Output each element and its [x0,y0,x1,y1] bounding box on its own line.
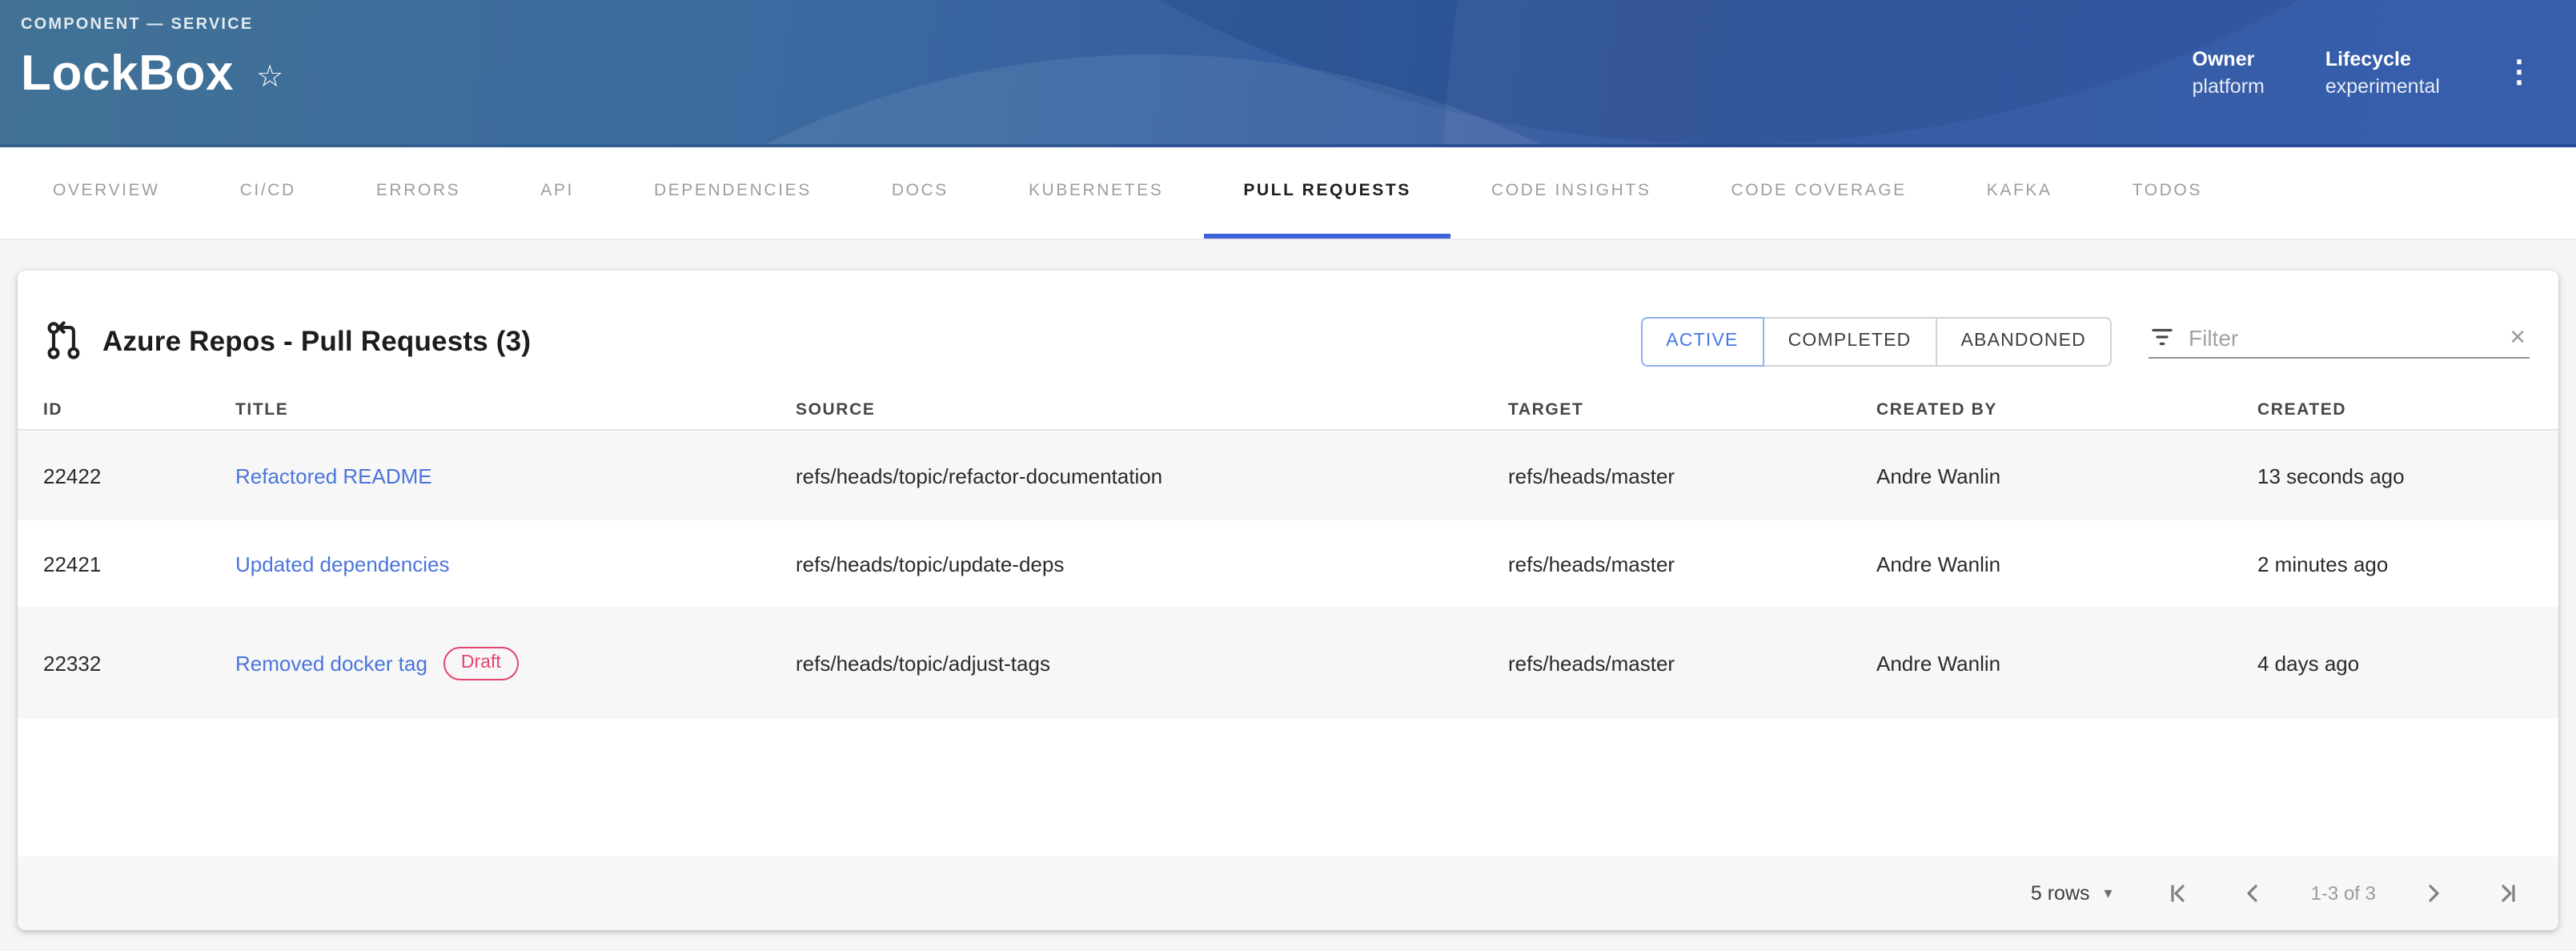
column-header-created-by[interactable]: CREATED BY [1876,399,2257,419]
pull-request-link[interactable]: Removed docker tag [235,651,427,675]
column-header-target[interactable]: TARGET [1508,399,1876,419]
cell-created: 2 minutes ago [2257,552,2558,576]
cell-target: refs/heads/master [1508,651,1876,675]
draft-badge: Draft [443,646,519,680]
kebab-menu-icon[interactable]: ⋮ [2501,50,2538,94]
tab-docs[interactable]: DOCS [852,147,989,239]
last-page-button[interactable] [2488,874,2526,913]
cell-source: refs/heads/topic/refactor-documentation [796,463,1508,488]
filter-list-icon [2149,323,2176,351]
table-row: 22332 Removed docker tag Draft refs/head… [18,607,2558,719]
cell-created-by: Andre Wanlin [1876,463,2257,488]
column-header-title[interactable]: TITLE [235,399,796,419]
cell-created: 4 days ago [2257,651,2558,675]
cell-target: refs/heads/master [1508,552,1876,576]
tab-api[interactable]: API [500,147,614,239]
tab-kafka[interactable]: KAFKA [1947,147,2092,239]
table-row: 22421 Updated dependencies refs/heads/to… [18,520,2558,607]
header-decor-arc-light [272,54,2033,147]
table-header-row: IDTITLESOURCETARGETCREATED BYCREATED [18,389,2558,431]
column-header-id[interactable]: ID [43,399,235,419]
entity-kind-label: COMPONENT — SERVICE [21,16,283,34]
cell-title: Refactored README [235,463,796,488]
tab-code-insights[interactable]: CODE INSIGHTS [1451,147,1691,239]
table-empty-area [18,719,2558,857]
tab-pull-requests[interactable]: PULL REQUESTS [1203,147,1451,239]
page-title: LockBox [21,45,234,102]
tab-overview[interactable]: OVERVIEW [13,147,200,239]
first-page-icon [2167,881,2193,906]
filter-field: ✕ [2149,323,2530,359]
abandoned-filter-button[interactable]: ABANDONED [1936,316,2113,366]
tab-kubernetes[interactable]: KUBERNETES [989,147,1203,239]
tab-bar: OVERVIEWCI/CDERRORSAPIDEPENDENCIESDOCSKU… [0,147,2576,240]
table-body: 22422 Refactored README refs/heads/topic… [18,431,2558,719]
favorite-star-icon[interactable]: ☆ [256,62,283,92]
cell-id: 22422 [43,463,235,488]
status-filter-group: ACTIVECOMPLETEDABANDONED [1640,316,2112,366]
column-header-source[interactable]: SOURCE [796,399,1508,419]
cell-id: 22332 [43,651,235,675]
tab-errors[interactable]: ERRORS [336,147,500,239]
cell-target: refs/heads/master [1508,463,1876,488]
clear-filter-icon[interactable]: ✕ [2506,324,2530,350]
owner-meta: Owner platform [2193,47,2265,97]
owner-label: Owner [2193,47,2265,70]
cell-created: 13 seconds ago [2257,463,2558,488]
tab-todos[interactable]: TODOS [2092,147,2242,239]
pull-request-link[interactable]: Refactored README [235,463,432,488]
column-header-created[interactable]: CREATED [2257,399,2558,419]
lifecycle-meta: Lifecycle experimental [2325,47,2440,97]
cell-source: refs/heads/topic/update-deps [796,552,1508,576]
cell-title: Updated dependencies [235,552,796,576]
table-row: 22422 Refactored README refs/heads/topic… [18,431,2558,520]
tab-dependencies[interactable]: DEPENDENCIES [614,147,852,239]
pagination-bar: 5 rows ▾ 1-3 of 3 [18,857,2558,930]
chevron-down-icon: ▾ [2105,885,2113,902]
main-content: Azure Repos - Pull Requests (3) ACTIVECO… [0,240,2576,930]
page-range-label: 1-3 of 3 [2308,882,2379,905]
filter-input[interactable] [2189,324,2493,350]
pull-request-link[interactable]: Updated dependencies [235,552,449,576]
chevron-left-icon [2241,881,2266,906]
first-page-button[interactable] [2161,874,2199,913]
pull-requests-card: Azure Repos - Pull Requests (3) ACTIVECO… [18,271,2558,930]
last-page-icon [2494,881,2520,906]
active-filter-button[interactable]: ACTIVE [1640,316,1763,366]
next-page-button[interactable] [2414,874,2453,913]
card-title: Azure Repos - Pull Requests (3) [102,324,531,358]
lifecycle-label: Lifecycle [2325,47,2440,70]
cell-source: refs/heads/topic/adjust-tags [796,651,1508,675]
rows-per-page-select[interactable]: 5 rows ▾ [2031,882,2113,905]
rows-per-page-value: 5 rows [2031,882,2090,905]
owner-value: platform [2193,74,2265,97]
cell-created-by: Andre Wanlin [1876,552,2257,576]
completed-filter-button[interactable]: COMPLETED [1763,316,1937,366]
cell-title: Removed docker tag Draft [235,646,796,680]
previous-page-button[interactable] [2234,874,2273,913]
pull-request-icon [43,320,85,362]
entity-header: COMPONENT — SERVICE LockBox ☆ Owner plat… [0,0,2576,147]
tab-code-coverage[interactable]: CODE COVERAGE [1691,147,1946,239]
cell-id: 22421 [43,552,235,576]
tab-ci-cd[interactable]: CI/CD [200,147,336,239]
lifecycle-value: experimental [2325,74,2440,97]
cell-created-by: Andre Wanlin [1876,651,2257,675]
chevron-right-icon [2421,881,2446,906]
